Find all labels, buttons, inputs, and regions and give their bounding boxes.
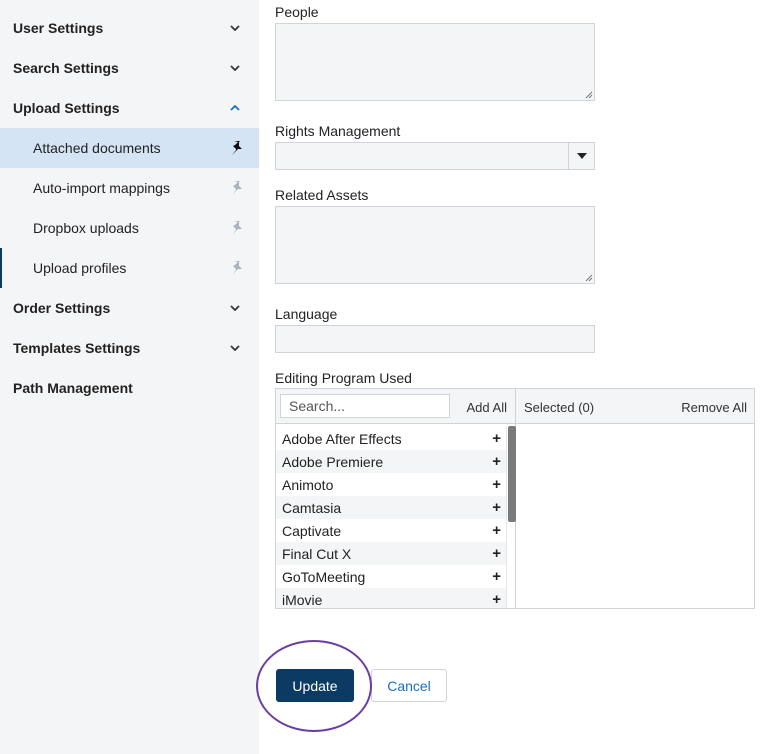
remove-all-button[interactable]: Remove All: [681, 400, 747, 415]
sidebar-item-auto-import-mappings[interactable]: Auto-import mappings: [0, 168, 259, 208]
sidebar-section-templates-settings[interactable]: Templates Settings: [0, 328, 259, 368]
editing-program-dual-list: Add All Adobe After Effects+ Adobe Premi…: [275, 388, 755, 609]
pin-icon[interactable]: [229, 140, 243, 156]
resize-handle-icon[interactable]: [585, 91, 593, 99]
sidebar-item-dropbox-uploads[interactable]: Dropbox uploads: [0, 208, 259, 248]
chevron-up-icon: [230, 104, 240, 111]
sidebar-section-user-settings[interactable]: User Settings: [0, 8, 259, 48]
pin-icon[interactable]: [229, 220, 243, 236]
available-list-header: Add All: [276, 389, 515, 424]
available-list-pane: Add All Adobe After Effects+ Adobe Premi…: [276, 389, 516, 608]
add-icon[interactable]: +: [492, 453, 501, 470]
chevron-down-icon: [230, 65, 240, 72]
dropdown-toggle[interactable]: [568, 143, 594, 169]
sidebar-section-order-settings[interactable]: Order Settings: [0, 288, 259, 328]
add-icon[interactable]: +: [492, 545, 501, 562]
chevron-down-icon: [230, 25, 240, 32]
sidebar-item-attached-documents[interactable]: Attached documents: [0, 128, 259, 168]
add-icon[interactable]: +: [492, 568, 501, 585]
update-button[interactable]: Update: [276, 669, 354, 702]
available-list: Adobe After Effects + Adobe Premiere + Ani…: [276, 427, 506, 608]
sidebar-section-path-management[interactable]: Path Management: [0, 368, 259, 408]
related-assets-label: Related Assets: [275, 187, 369, 203]
selected-list-header: Selected (0) Remove All: [516, 389, 754, 424]
chevron-down-icon: [230, 305, 240, 312]
pin-icon[interactable]: [229, 180, 243, 196]
scrollbar[interactable]: [506, 426, 516, 608]
rights-management-label: Rights Management: [275, 123, 401, 139]
resize-handle-icon[interactable]: [585, 274, 593, 282]
list-item[interactable]: Adobe Premiere +: [276, 450, 506, 473]
add-icon[interactable]: +: [492, 499, 501, 516]
pin-icon[interactable]: [229, 260, 243, 276]
add-icon[interactable]: +: [492, 430, 501, 447]
add-all-button[interactable]: Add All: [467, 400, 507, 415]
selected-count: Selected (0): [524, 400, 595, 415]
rights-management-select[interactable]: [275, 142, 595, 170]
sidebar-section-upload-settings[interactable]: Upload Settings: [0, 88, 259, 128]
list-item[interactable]: Final Cut X +: [276, 542, 506, 565]
list-item[interactable]: Animoto +: [276, 473, 506, 496]
settings-sidebar: User Settings Search Settings Upload Set…: [0, 0, 259, 754]
list-item[interactable]: Adobe After Effects +: [276, 427, 506, 450]
cancel-button[interactable]: Cancel: [371, 669, 447, 702]
related-assets-textarea[interactable]: [275, 206, 595, 284]
sidebar-item-upload-profiles[interactable]: Upload profiles: [0, 248, 259, 288]
sidebar-section-search-settings[interactable]: Search Settings: [0, 48, 259, 88]
people-label: People: [275, 4, 319, 20]
editing-program-label: Editing Program Used: [275, 370, 412, 386]
language-label: Language: [275, 306, 338, 322]
list-item[interactable]: Captivate +: [276, 519, 506, 542]
scrollbar-thumb[interactable]: [508, 426, 516, 522]
chevron-down-icon: [230, 345, 240, 352]
list-item[interactable]: Camtasia +: [276, 496, 506, 519]
language-input[interactable]: [275, 325, 595, 353]
add-icon[interactable]: +: [492, 591, 501, 608]
add-icon[interactable]: +: [492, 522, 501, 539]
list-item[interactable]: iMovie +: [276, 588, 506, 608]
list-item[interactable]: GoToMeeting +: [276, 565, 506, 588]
caret-down-icon: [576, 153, 587, 159]
selected-list-pane: Selected (0) Remove All: [516, 389, 754, 608]
search-input[interactable]: [280, 394, 450, 418]
add-icon[interactable]: +: [492, 476, 501, 493]
people-textarea[interactable]: [275, 23, 595, 101]
